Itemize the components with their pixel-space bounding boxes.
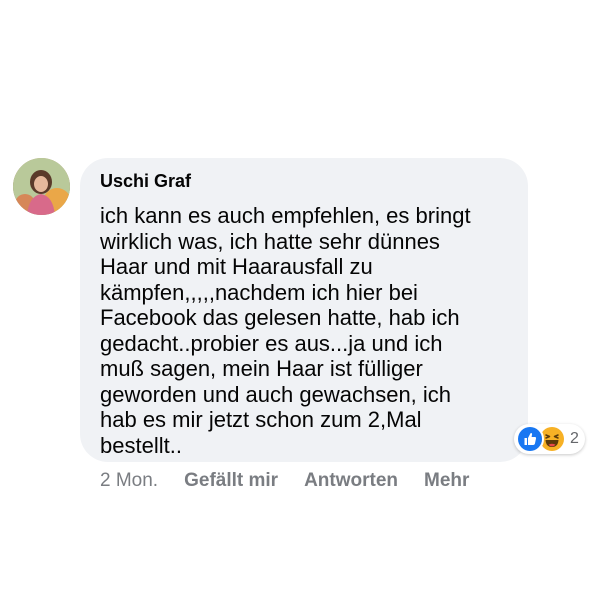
like-button[interactable]: Gefällt mir [184,470,278,492]
comment-timestamp[interactable]: 2 Mon. [100,470,158,492]
comment-bubble: Uschi Graf ich kann es auch empfehlen, e… [80,158,528,462]
more-button[interactable]: Mehr [424,470,469,492]
comment: Uschi Graf ich kann es auch empfehlen, e… [0,0,600,600]
comment-author[interactable]: Uschi Graf [100,169,191,193]
reactions-summary[interactable]: 2 [514,424,585,454]
avatar[interactable] [13,158,70,215]
comment-text: ich kann es auch empfehlen, es bringt wi… [100,203,471,458]
comment-actions: 2 Mon. Gefällt mir Antworten Mehr [100,470,495,492]
reaction-count: 2 [570,430,579,447]
like-reaction-icon [516,425,544,453]
avatar-photo-icon [13,158,70,215]
reply-button[interactable]: Antworten [304,470,398,492]
